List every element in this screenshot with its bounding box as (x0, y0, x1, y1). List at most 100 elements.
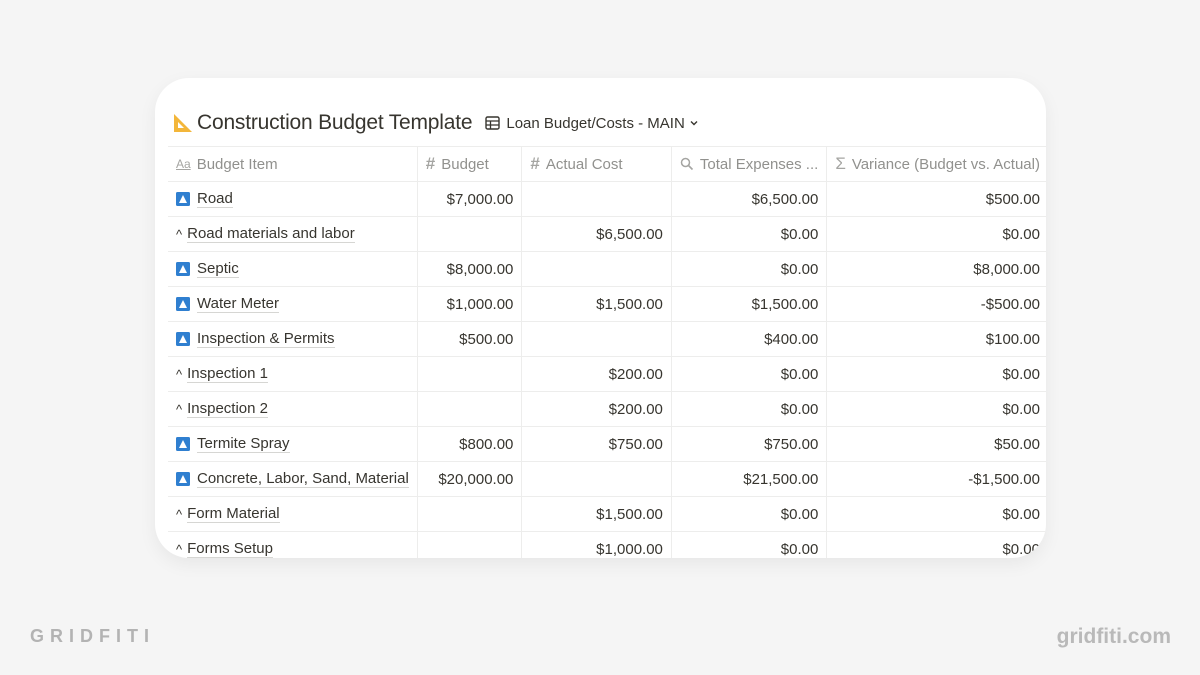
item-wrapper: Road (176, 190, 409, 208)
column-label: Actual Cost (545, 155, 623, 173)
item-title-link[interactable]: Inspection 1 (187, 365, 268, 383)
cell-budget-item[interactable]: ^ Inspection 2 (168, 391, 418, 427)
cell-variance[interactable]: $8,000.00 (826, 251, 1046, 287)
column-label: Total Expenses ... (699, 155, 819, 173)
cell-budget-item[interactable]: Road (168, 181, 418, 217)
cell-variance[interactable]: $0.00 (826, 496, 1046, 532)
cell-actual-cost[interactable]: $1,500.00 (521, 496, 672, 532)
table-row[interactable]: ^ Form Material $1,500.00 $0.00 $0.00 (168, 496, 1046, 532)
item-title-link[interactable]: Inspection & Permits (197, 330, 335, 348)
column-label: Budget Item (196, 155, 278, 173)
cell-total-expenses[interactable]: $0.00 (671, 356, 828, 392)
table-row[interactable]: Road $7,000.00 $6,500.00 $500.00 (168, 181, 1046, 217)
cell-budget[interactable]: $500.00 (417, 321, 523, 357)
cell-actual-cost[interactable]: $6,500.00 (521, 216, 672, 252)
table-row[interactable]: Termite Spray $800.00 $750.00 $750.00 $50.00 (168, 426, 1046, 462)
item-title-link[interactable]: Concrete, Labor, Sand, Material (197, 470, 409, 488)
table-row[interactable]: Water Meter $1,000.00 $1,500.00 $1,500.00 -$… (168, 286, 1046, 322)
column-header-variance[interactable]: Σ Variance (Budget vs. Actual) (826, 146, 1046, 182)
item-wrapper: ^ Inspection 2 (176, 400, 409, 418)
cell-actual-cost[interactable] (521, 321, 672, 357)
cell-budget[interactable] (417, 496, 523, 532)
cell-variance[interactable]: $0.00 (826, 391, 1046, 427)
formula-sigma-icon: Σ (835, 154, 846, 173)
cell-actual-cost[interactable]: $750.00 (521, 426, 672, 462)
cell-total-expenses[interactable]: $6,500.00 (671, 181, 828, 217)
item-wrapper: Concrete, Labor, Sand, Material (176, 470, 409, 488)
column-label: Budget (441, 155, 489, 173)
column-label: Variance (Budget vs. Actual) (851, 155, 1040, 173)
cell-total-expenses[interactable]: $0.00 (671, 251, 828, 287)
table-row[interactable]: Concrete, Labor, Sand, Material $20,000.0… (168, 461, 1046, 497)
cell-budget[interactable]: $800.00 (417, 426, 523, 462)
cell-total-expenses[interactable]: $0.00 (671, 496, 828, 532)
column-header-budget[interactable]: # Budget (417, 146, 523, 182)
cell-variance[interactable]: $500.00 (826, 181, 1046, 217)
number-property-icon: # (425, 154, 436, 173)
cell-variance[interactable]: $0.00 (826, 356, 1046, 392)
cell-total-expenses[interactable]: $0.00 (671, 391, 828, 427)
cell-budget-item[interactable]: ^ Road materials and labor (168, 216, 418, 252)
cell-budget[interactable]: $1,000.00 (417, 286, 523, 322)
cell-total-expenses[interactable]: $400.00 (671, 321, 828, 357)
cell-actual-cost[interactable] (521, 251, 672, 287)
cell-total-expenses[interactable]: $750.00 (671, 426, 828, 462)
cell-budget[interactable] (417, 531, 523, 558)
cell-budget-item[interactable]: ^ Form Material (168, 496, 418, 532)
cell-actual-cost[interactable]: $200.00 (521, 391, 672, 427)
item-title-link[interactable]: Road (197, 190, 233, 208)
cell-variance[interactable]: -$500.00 (826, 286, 1046, 322)
cell-actual-cost[interactable]: $1,000.00 (521, 531, 672, 558)
cell-budget[interactable]: $7,000.00 (417, 181, 523, 217)
table-body: Road $7,000.00 $6,500.00 $500.00 ^ Road mater… (168, 181, 1046, 558)
item-wrapper: Inspection & Permits (176, 330, 409, 348)
cell-budget[interactable] (417, 356, 523, 392)
cell-actual-cost[interactable]: $1,500.00 (521, 286, 672, 322)
cell-budget-item[interactable]: Concrete, Labor, Sand, Material (168, 461, 418, 497)
cell-actual-cost[interactable] (521, 461, 672, 497)
page-header: Construction Budget Template Loan Budget… (172, 108, 699, 138)
cell-budget[interactable]: $8,000.00 (417, 251, 523, 287)
table-header-row: Aa Budget Item # Budget # Actual Cost To… (168, 146, 1046, 182)
cell-total-expenses[interactable]: $0.00 (671, 216, 828, 252)
item-title-link[interactable]: Inspection 2 (187, 400, 268, 418)
item-title-link[interactable]: Forms Setup (187, 540, 273, 558)
cell-total-expenses[interactable]: $0.00 (671, 531, 828, 558)
table-row[interactable]: ^ Forms Setup $1,000.00 $0.00 $0.00 (168, 531, 1046, 558)
blue-triangle-icon (176, 262, 190, 276)
item-title-link[interactable]: Form Material (187, 505, 280, 523)
table-row[interactable]: ^ Road materials and labor $6,500.00 $0.00 $… (168, 216, 1046, 252)
cell-actual-cost[interactable]: $200.00 (521, 356, 672, 392)
cell-total-expenses[interactable]: $1,500.00 (671, 286, 828, 322)
item-wrapper: Septic (176, 260, 409, 278)
table-row[interactable]: ^ Inspection 2 $200.00 $0.00 $0.00 (168, 391, 1046, 427)
cell-variance[interactable]: $50.00 (826, 426, 1046, 462)
cell-budget[interactable] (417, 391, 523, 427)
cell-budget[interactable]: $20,000.00 (417, 461, 523, 497)
item-title-link[interactable]: Road materials and labor (187, 225, 355, 243)
cell-budget-item[interactable]: Inspection & Permits (168, 321, 418, 357)
table-row[interactable]: ^ Inspection 1 $200.00 $0.00 $0.00 (168, 356, 1046, 392)
cell-budget-item[interactable]: ^ Inspection 1 (168, 356, 418, 392)
cell-variance[interactable]: -$1,500.00 (826, 461, 1046, 497)
cell-variance[interactable]: $0.00 (826, 216, 1046, 252)
view-selector[interactable]: Loan Budget/Costs - MAIN (485, 115, 698, 132)
cell-actual-cost[interactable] (521, 181, 672, 217)
table-row[interactable]: Inspection & Permits $500.00 $400.00 $100.0… (168, 321, 1046, 357)
cell-budget-item[interactable]: Termite Spray (168, 426, 418, 462)
item-title-link[interactable]: Termite Spray (197, 435, 290, 453)
cell-total-expenses[interactable]: $21,500.00 (671, 461, 828, 497)
cell-budget-item[interactable]: Water Meter (168, 286, 418, 322)
cell-budget-item[interactable]: ^ Forms Setup (168, 531, 418, 558)
item-title-link[interactable]: Septic (197, 260, 239, 278)
budget-table: Aa Budget Item # Budget # Actual Cost To… (168, 146, 1046, 558)
table-row[interactable]: Septic $8,000.00 $0.00 $8,000.00 (168, 251, 1046, 287)
cell-variance[interactable]: $0.00 (826, 531, 1046, 558)
column-header-total-expenses[interactable]: Total Expenses ... (671, 146, 828, 182)
column-header-budget-item[interactable]: Aa Budget Item (168, 146, 418, 182)
cell-variance[interactable]: $100.00 (826, 321, 1046, 357)
cell-budget[interactable] (417, 216, 523, 252)
item-title-link[interactable]: Water Meter (197, 295, 279, 313)
cell-budget-item[interactable]: Septic (168, 251, 418, 287)
column-header-actual-cost[interactable]: # Actual Cost (521, 146, 672, 182)
